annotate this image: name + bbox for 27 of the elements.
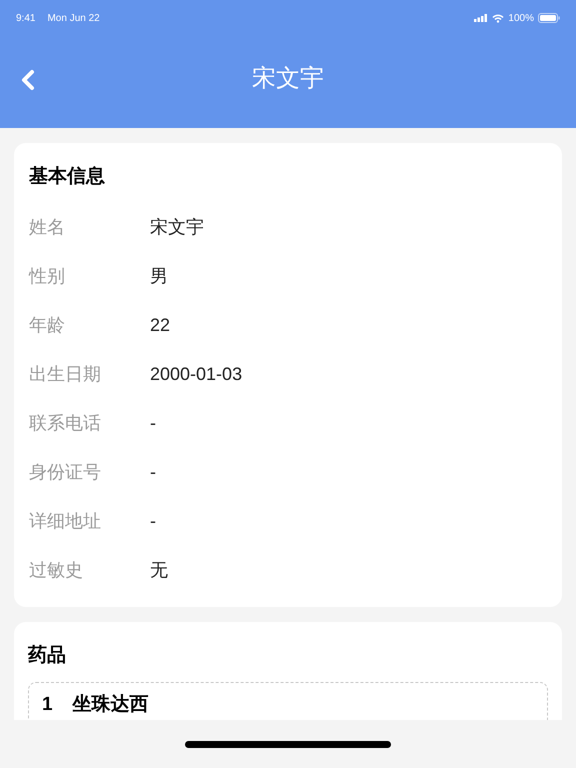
field-value: 男 [150,265,168,288]
field-label: 性别 [29,265,66,288]
signal-icon [474,14,488,22]
section-title: 基本信息 [29,165,106,189]
field-value: 2000-01-03 [150,363,242,386]
field-value: - [150,412,156,435]
field-label: 年龄 [29,314,66,337]
field-label: 身份证号 [29,461,102,484]
field-label: 详细地址 [29,510,102,533]
wifi-icon [492,14,504,22]
field-value: 无 [150,559,168,582]
battery-percent: 100% [508,12,534,26]
field-value: - [150,461,156,484]
medicine-name: 坐珠达西 [72,693,149,717]
page-title: 宋文宇 [252,64,324,94]
battery-icon [538,13,560,23]
field-label: 姓名 [29,216,66,239]
field-label: 出生日期 [29,363,102,386]
field-value: - [150,510,156,533]
status-time: 9:41 [16,12,36,26]
status-date: Mon Jun 22 [47,12,100,26]
medicine-index: 1 [42,693,53,717]
field-value: 22 [150,314,170,337]
field-label: 联系电话 [29,412,102,435]
field-label: 过敏史 [29,559,84,582]
field-value: 宋文宇 [150,216,204,239]
section-title: 药品 [28,644,67,668]
